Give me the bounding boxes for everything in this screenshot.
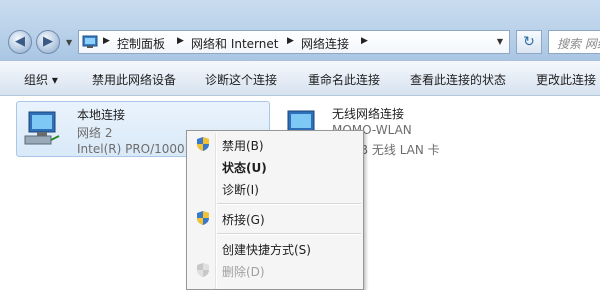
menu-item-create-shortcut[interactable]: 创建快捷方式(S) [189,237,361,259]
refresh-icon: ↻ [523,34,535,50]
connection-name: 无线网络连接 [332,107,405,121]
address-bar[interactable]: ▶ 控制面板 ▶ 网络和 Internet ▶ 网络连接 ▶ ▼ [78,30,510,54]
control-panel-icon [82,35,98,48]
breadcrumb-separator-icon[interactable]: ▶ [287,36,294,46]
network-adapter-icon [24,111,60,145]
breadcrumb-separator-icon[interactable]: ▶ [361,36,368,46]
change-settings-button[interactable]: 更改此连接 [536,71,596,88]
forward-button[interactable]: ▶ [36,30,60,54]
connection-name: 本地连接 [77,108,126,122]
breadcrumb-control-panel[interactable]: 控制面板 [117,35,165,52]
breadcrumb-separator-icon[interactable]: ▶ [177,36,184,46]
address-dropdown-icon[interactable]: ▼ [497,37,503,46]
breadcrumb-network-internet[interactable]: 网络和 Internet [191,35,278,52]
connection-device: Intel(R) PRO/1000 [77,142,185,156]
rename-connection-button[interactable]: 重命名此连接 [308,71,380,88]
view-status-button[interactable]: 查看此连接的状态 [410,71,506,88]
menu-separator [217,203,361,205]
back-arrow-icon: ◀ [15,34,25,49]
menu-separator [217,233,361,235]
connection-status: 网络 2 [77,126,113,140]
menu-item-diagnose[interactable]: 诊断(I) [189,177,361,199]
diagnose-connection-button[interactable]: 诊断这个连接 [205,71,277,88]
shield-icon [197,263,209,277]
forward-arrow-icon: ▶ [43,34,53,49]
menu-item-status[interactable]: 状态(U) [189,155,361,177]
context-menu: 禁用(B) 状态(U) 诊断(I) 桥接(G) 创建快捷方式(S) 删除(D) [186,130,364,290]
menu-item-disable[interactable]: 禁用(B) [189,133,361,155]
disable-device-button[interactable]: 禁用此网络设备 [92,71,176,88]
command-bar: 组织 ▾ 禁用此网络设备 诊断这个连接 重命名此连接 查看此连接的状态 更改此连… [0,60,600,96]
menu-item-label: 状态(U) [222,161,267,175]
back-forward-group: ◀ ▶ [8,30,64,56]
menu-item-delete[interactable]: 删除(D) [189,259,361,281]
search-placeholder: 搜索 网络 [557,37,600,51]
recent-pages-dropdown-icon[interactable]: ▼ [66,38,72,47]
menu-item-label: 删除(D) [222,265,265,279]
menu-item-label: 桥接(G) [222,213,265,227]
shield-icon [197,211,209,225]
menu-item-label: 诊断(I) [222,183,259,197]
menu-item-bridge[interactable]: 桥接(G) [189,207,361,229]
breadcrumb-network-connections[interactable]: 网络连接 [301,35,349,52]
organize-menu[interactable]: 组织 ▾ [24,71,58,88]
breadcrumb-separator-icon[interactable]: ▶ [103,36,110,46]
back-button[interactable]: ◀ [8,30,32,54]
shield-icon [197,137,209,151]
navigation-bar: ◀ ▶ ▼ ▶ 控制面板 ▶ 网络和 Internet ▶ 网络连接 ▶ ▼ ↻… [0,0,600,60]
menu-item-label: 创建快捷方式(S) [222,243,311,257]
menu-item-label: 禁用(B) [222,139,264,153]
search-input[interactable]: 搜索 网络 [548,30,600,54]
refresh-button[interactable]: ↻ [516,30,542,54]
